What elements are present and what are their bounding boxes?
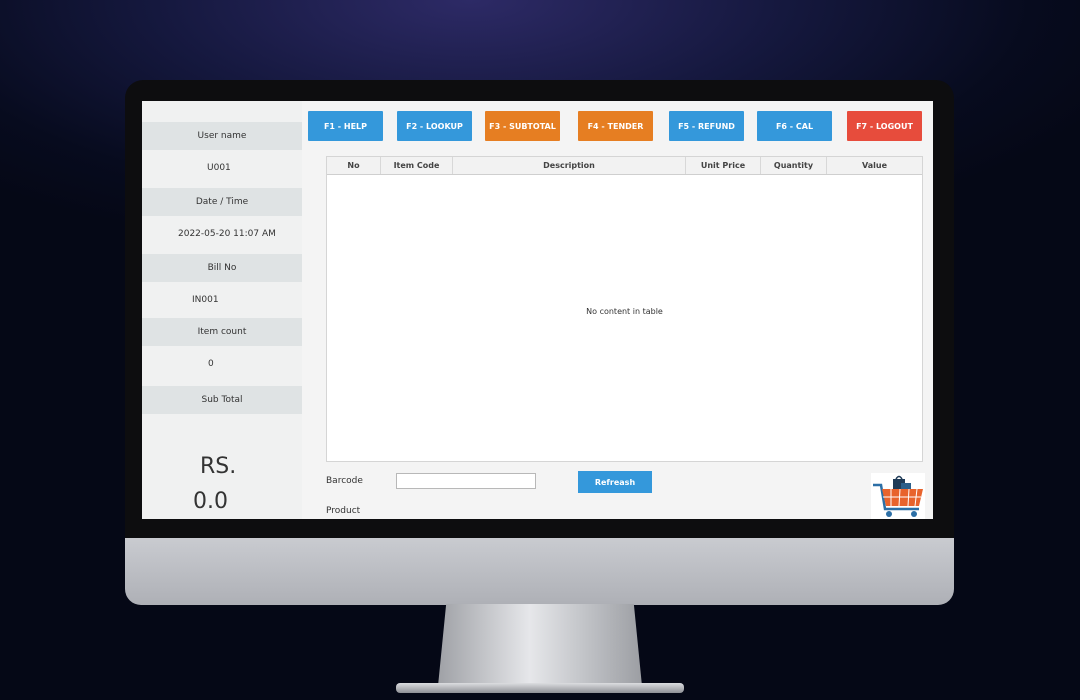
shopping-cart-icon <box>871 473 925 519</box>
refresh-button[interactable]: Refreash <box>578 471 652 493</box>
refund-button[interactable]: F5 - REFUND <box>669 111 744 141</box>
datetime-label: Date / Time <box>142 188 302 216</box>
column-header-description[interactable]: Description <box>453 157 686 174</box>
lookup-button[interactable]: F2 - LOOKUP <box>397 111 472 141</box>
empty-table-message: No content in table <box>586 307 663 316</box>
info-sidebar: User name U001 Date / Time 2022-05-20 11… <box>142 101 302 519</box>
column-header-item-code[interactable]: Item Code <box>381 157 453 174</box>
pos-screen: User name U001 Date / Time 2022-05-20 11… <box>142 101 933 519</box>
tender-button[interactable]: F4 - TENDER <box>578 111 653 141</box>
monitor-stand <box>438 604 642 686</box>
column-header-value[interactable]: Value <box>827 157 922 174</box>
barcode-input[interactable] <box>396 473 536 489</box>
itemcount-label: Item count <box>142 318 302 346</box>
column-header-quantity[interactable]: Quantity <box>761 157 827 174</box>
logout-button[interactable]: F7 - LOGOUT <box>847 111 922 141</box>
monitor-base <box>396 683 684 693</box>
billno-label: Bill No <box>142 254 302 282</box>
column-header-unit-price[interactable]: Unit Price <box>686 157 761 174</box>
currency-label: RS. <box>200 454 237 479</box>
product-label: Product <box>326 506 361 516</box>
table-header: No Item Code Description Unit Price Quan… <box>327 157 922 175</box>
total-amount: 0.0 <box>193 489 228 514</box>
itemcount-value: 0 <box>208 359 214 369</box>
subtotal-label: Sub Total <box>142 386 302 414</box>
username-label: User name <box>142 122 302 150</box>
cal-button[interactable]: F6 - CAL <box>757 111 832 141</box>
datetime-value: 2022-05-20 11:07 AM <box>178 229 276 239</box>
column-header-no[interactable]: No <box>327 157 381 174</box>
barcode-label: Barcode <box>326 476 363 486</box>
help-button[interactable]: F1 - HELP <box>308 111 383 141</box>
monitor-chin <box>125 538 954 605</box>
username-value: U001 <box>207 163 231 173</box>
subtotal-button[interactable]: F3 - SUBTOTAL <box>485 111 560 141</box>
billno-value: IN001 <box>192 295 219 305</box>
items-table[interactable]: No Item Code Description Unit Price Quan… <box>326 156 923 462</box>
